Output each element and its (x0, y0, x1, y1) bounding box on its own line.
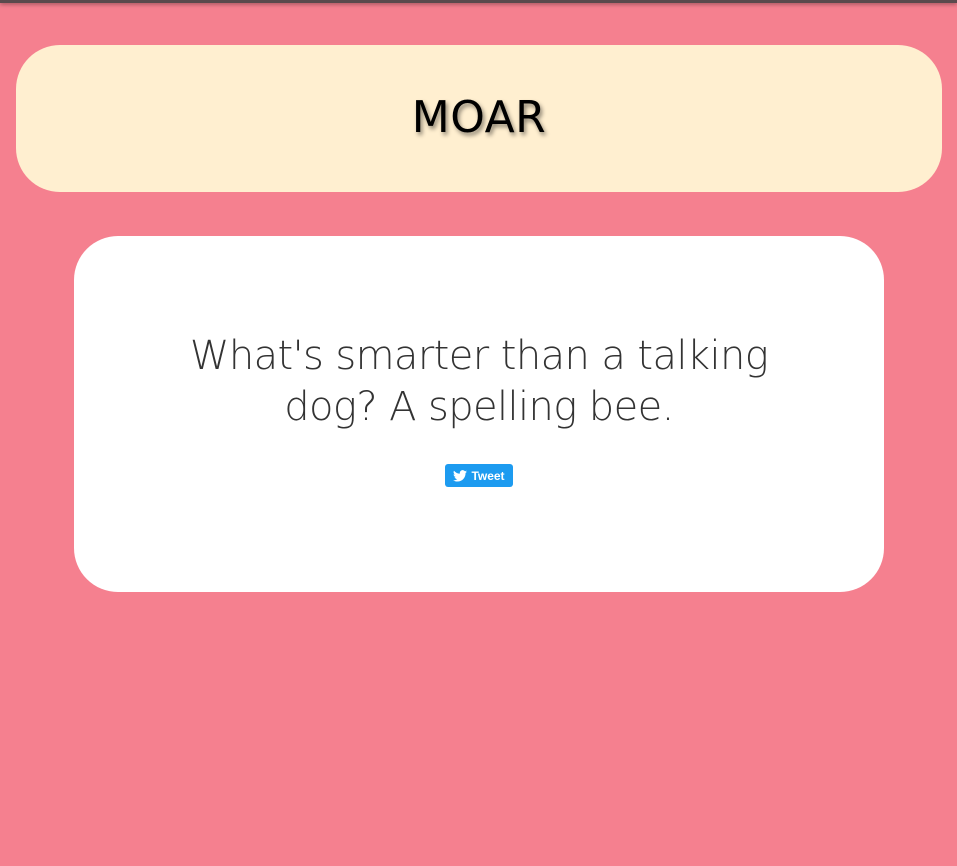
joke-text: What's smarter than a talking dog? A spe… (189, 333, 769, 430)
joke-card: What's smarter than a talking dog? A spe… (74, 236, 884, 592)
tweet-label: Tweet (471, 468, 505, 483)
moar-title[interactable]: MOAR (412, 92, 547, 143)
twitter-bird-icon (453, 469, 468, 482)
top-shadow-bar (0, 0, 957, 3)
tweet-button[interactable]: Tweet (445, 464, 513, 487)
header-panel[interactable]: MOAR (16, 45, 942, 192)
